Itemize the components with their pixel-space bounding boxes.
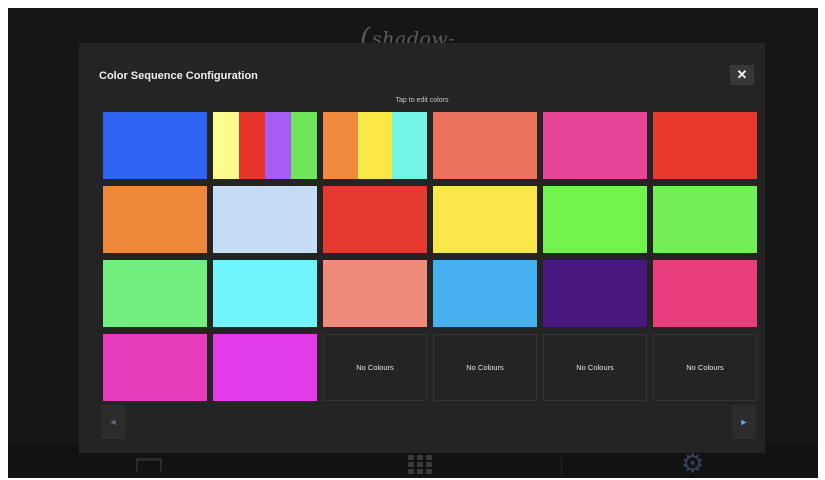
dialog-title: Color Sequence Configuration (99, 70, 258, 82)
color-swatch[interactable] (543, 260, 647, 327)
color-stripe (392, 112, 427, 179)
close-button[interactable]: ✕ (730, 65, 754, 85)
grid-icon[interactable] (408, 455, 434, 475)
empty-color-slot[interactable]: No Colours (543, 334, 647, 401)
multi-color-swatch[interactable] (213, 112, 317, 179)
color-swatch[interactable] (433, 260, 537, 327)
color-swatch[interactable] (653, 260, 757, 327)
color-swatch[interactable] (433, 186, 537, 253)
empty-slot-label: No Colours (576, 363, 614, 372)
multi-color-swatch[interactable] (323, 112, 427, 179)
color-swatch[interactable] (213, 260, 317, 327)
empty-slot-label: No Colours (686, 363, 724, 372)
nav-divider (561, 457, 562, 475)
color-swatch[interactable] (323, 260, 427, 327)
home-icon[interactable] (136, 458, 162, 472)
color-swatch[interactable] (653, 112, 757, 179)
color-sequence-dialog: Color Sequence Configuration ✕ Tap to ed… (79, 43, 765, 453)
app-screen: ( shadow-caster ⚙ Color Sequence Configu… (8, 8, 818, 478)
color-tile-grid: No Colours No Colours No Colours No Colours (103, 112, 759, 401)
color-swatch[interactable] (653, 186, 757, 253)
empty-color-slot[interactable]: No Colours (653, 334, 757, 401)
color-swatch[interactable] (103, 260, 207, 327)
tap-hint: Tap to edit colors (395, 97, 449, 104)
color-swatch[interactable] (213, 186, 317, 253)
color-swatch[interactable] (103, 112, 207, 179)
color-stripe (291, 112, 317, 179)
color-swatch[interactable] (103, 334, 207, 401)
empty-slot-label: No Colours (466, 363, 504, 372)
color-swatch[interactable] (213, 334, 317, 401)
color-stripe (265, 112, 291, 179)
color-swatch[interactable] (543, 186, 647, 253)
next-page-button[interactable]: ► (732, 405, 756, 439)
empty-color-slot[interactable]: No Colours (433, 334, 537, 401)
color-stripe (239, 112, 265, 179)
color-stripe (357, 112, 393, 179)
color-stripe (213, 112, 239, 179)
empty-color-slot[interactable]: No Colours (323, 334, 427, 401)
color-swatch[interactable] (103, 186, 207, 253)
color-swatch[interactable] (323, 186, 427, 253)
color-swatch[interactable] (433, 112, 537, 179)
previous-page-button[interactable]: ◄ (101, 405, 125, 439)
color-swatch[interactable] (543, 112, 647, 179)
gear-icon[interactable]: ⚙ (681, 450, 704, 476)
color-stripe (323, 112, 358, 179)
empty-slot-label: No Colours (356, 363, 394, 372)
